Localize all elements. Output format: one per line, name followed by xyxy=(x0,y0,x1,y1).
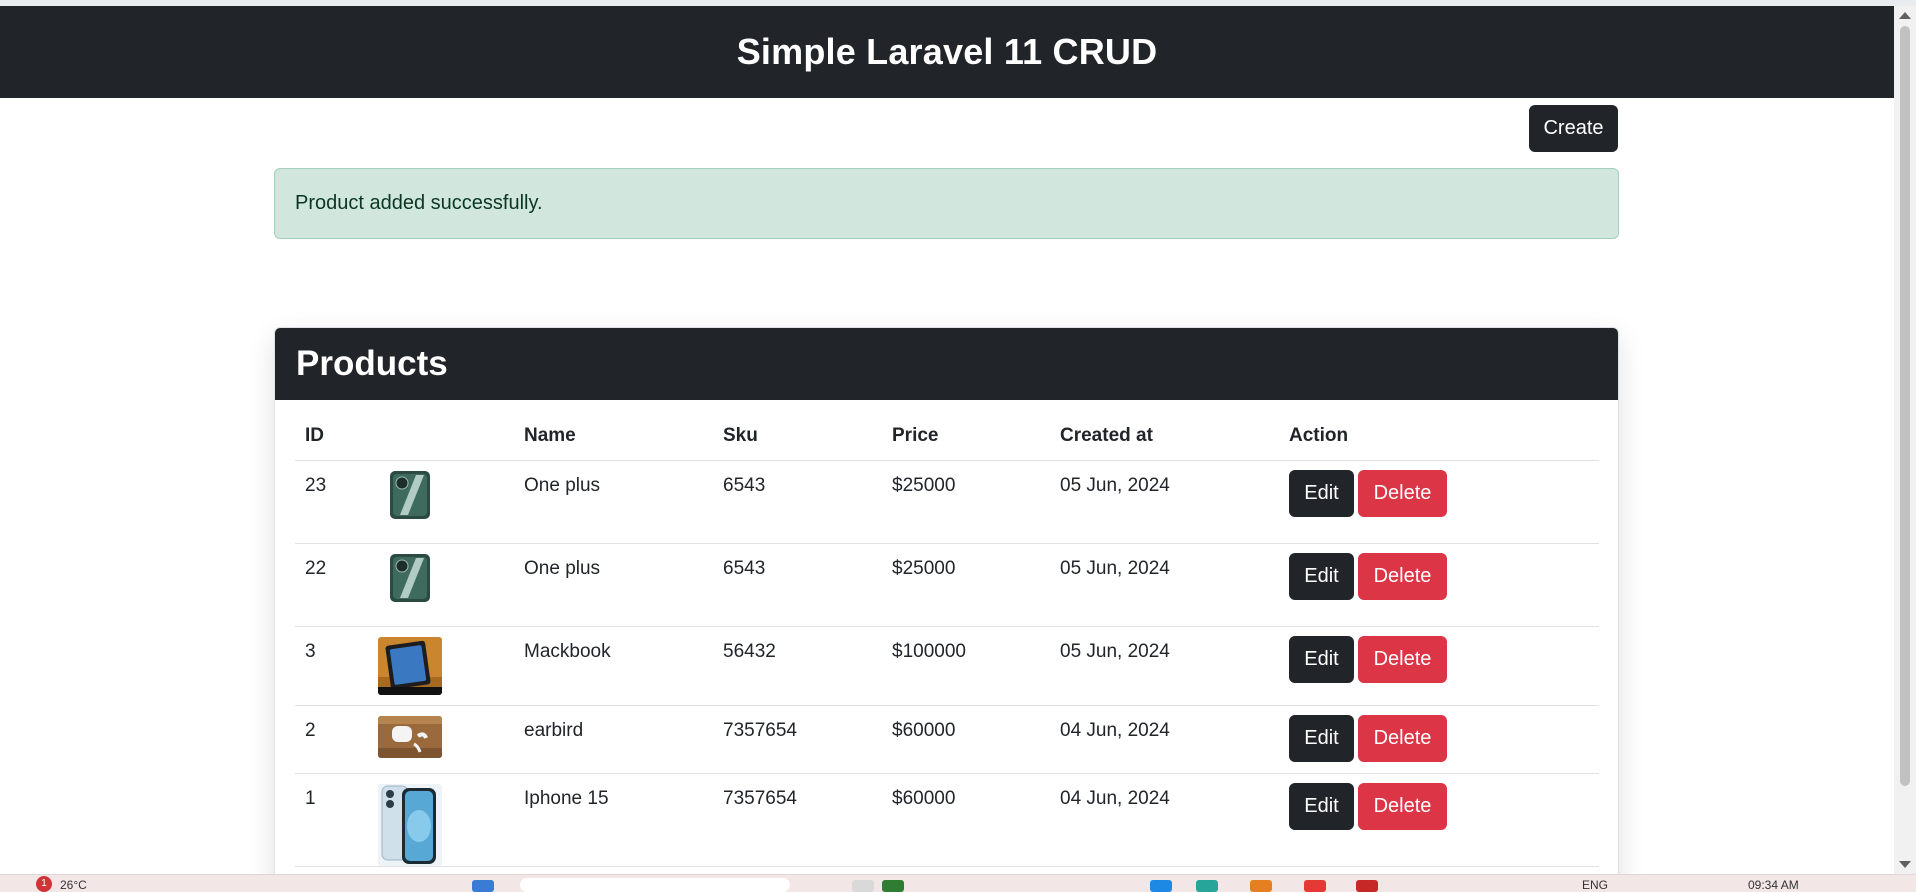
page-title: Simple Laravel 11 CRUD xyxy=(736,31,1158,72)
app-icon-6[interactable] xyxy=(1304,880,1326,892)
col-header-price: Price xyxy=(882,412,1050,461)
delete-button[interactable]: Delete xyxy=(1358,552,1447,600)
cell-actions: Edit Delete xyxy=(1279,626,1599,706)
page-viewport: Simple Laravel 11 CRUD Create Product ad… xyxy=(0,6,1894,874)
table-row: 3 Mackbook 56432 $100000 05 Jun, 2024 Ed… xyxy=(295,626,1599,706)
edit-button[interactable]: Edit xyxy=(1289,552,1354,600)
windows-start-icon[interactable] xyxy=(472,880,494,892)
app-icon-5[interactable] xyxy=(1250,880,1272,892)
edit-button[interactable]: Edit xyxy=(1289,782,1354,830)
delete-button[interactable]: Delete xyxy=(1358,714,1447,762)
products-card: Products ID Name Sku Price Created at Ac… xyxy=(274,327,1619,874)
cell-created: 05 Jun, 2024 xyxy=(1050,543,1279,627)
cell-image xyxy=(368,543,514,627)
card-header: Products xyxy=(275,328,1618,400)
table-row: 2 earbird 7357654 $60000 04 Jun, 2024 Ed… xyxy=(295,705,1599,774)
col-header-created: Created at xyxy=(1050,412,1279,461)
table-row: 22 One plus 6543 $25000 05 Jun, 2024 Edi… xyxy=(295,543,1599,627)
app-icon-3[interactable] xyxy=(1150,880,1172,892)
delete-button[interactable]: Delete xyxy=(1358,782,1447,830)
oneplus-phone-image xyxy=(390,553,430,602)
oneplus-phone-image xyxy=(390,470,430,519)
cell-image xyxy=(368,626,514,706)
cell-id: 1 xyxy=(295,773,368,867)
earbuds-image xyxy=(378,715,442,758)
edit-button[interactable]: Edit xyxy=(1289,469,1354,517)
create-button[interactable]: Create xyxy=(1529,105,1618,152)
cell-sku: 6543 xyxy=(713,543,882,627)
vertical-scrollbar[interactable] xyxy=(1894,6,1916,874)
cell-created: 04 Jun, 2024 xyxy=(1050,773,1279,867)
cell-name: earbird xyxy=(514,705,713,774)
table-header-row: ID Name Sku Price Created at Action xyxy=(295,412,1599,461)
col-header-name: Name xyxy=(514,412,713,461)
delete-button[interactable]: Delete xyxy=(1358,469,1447,517)
cell-name: Mackbook xyxy=(514,626,713,706)
top-navbar: Simple Laravel 11 CRUD xyxy=(0,6,1894,98)
scroll-up-arrow-icon[interactable] xyxy=(1899,12,1911,19)
edit-button[interactable]: Edit xyxy=(1289,635,1354,683)
cell-actions: Edit Delete xyxy=(1279,460,1599,544)
weather-temperature[interactable]: 26°C xyxy=(60,878,87,892)
cell-actions: Edit Delete xyxy=(1279,705,1599,774)
clock[interactable]: 09:34 AM xyxy=(1748,878,1799,892)
app-icon-1[interactable] xyxy=(852,880,874,892)
cell-actions: Edit Delete xyxy=(1279,543,1599,627)
cell-price: $25000 xyxy=(882,460,1050,544)
cell-name: One plus xyxy=(514,543,713,627)
edit-button[interactable]: Edit xyxy=(1289,714,1354,762)
scroll-down-arrow-icon[interactable] xyxy=(1899,861,1911,868)
taskbar-search-box[interactable] xyxy=(520,878,790,892)
cell-price: $100000 xyxy=(882,626,1050,706)
col-header-image xyxy=(368,412,514,461)
col-header-sku: Sku xyxy=(713,412,882,461)
cell-sku: 6543 xyxy=(713,460,882,544)
cell-image xyxy=(368,705,514,774)
cell-created: 04 Jun, 2024 xyxy=(1050,705,1279,774)
cell-id: 3 xyxy=(295,626,368,706)
success-alert: Product added successfully. xyxy=(274,168,1619,239)
language-indicator[interactable]: ENG xyxy=(1582,878,1608,892)
products-table: ID Name Sku Price Created at Action 23 O… xyxy=(295,412,1599,867)
col-header-action: Action xyxy=(1279,412,1599,461)
table-row: 23 One plus 6543 $25000 05 Jun, 2024 Edi… xyxy=(295,460,1599,544)
os-taskbar: 1 26°C ENG 09:34 AM xyxy=(0,874,1916,892)
cell-sku: 7357654 xyxy=(713,773,882,867)
cell-created: 05 Jun, 2024 xyxy=(1050,460,1279,544)
col-header-id: ID xyxy=(295,412,368,461)
cell-image xyxy=(368,460,514,544)
cell-id: 23 xyxy=(295,460,368,544)
delete-button[interactable]: Delete xyxy=(1358,635,1447,683)
app-icon-2[interactable] xyxy=(882,880,904,892)
cell-image xyxy=(368,773,514,867)
cell-name: Iphone 15 xyxy=(514,773,713,867)
alert-message: Product added successfully. xyxy=(295,192,543,214)
tablet-image xyxy=(378,636,442,695)
cell-actions: Edit Delete xyxy=(1279,773,1599,867)
cell-price: $60000 xyxy=(882,773,1050,867)
cell-id: 2 xyxy=(295,705,368,774)
scroll-thumb[interactable] xyxy=(1900,26,1910,786)
cell-price: $25000 xyxy=(882,543,1050,627)
cell-price: $60000 xyxy=(882,705,1050,774)
cell-sku: 56432 xyxy=(713,626,882,706)
cell-sku: 7357654 xyxy=(713,705,882,774)
iphone-image xyxy=(378,783,442,866)
table-row: 1 Iphone 15 7357654 $60000 04 Jun, 2024 … xyxy=(295,773,1599,867)
app-icon-4[interactable] xyxy=(1196,880,1218,892)
weather-alert-badge[interactable]: 1 xyxy=(36,876,52,892)
cell-name: One plus xyxy=(514,460,713,544)
cell-created: 05 Jun, 2024 xyxy=(1050,626,1279,706)
app-icon-7[interactable] xyxy=(1356,880,1378,892)
cell-id: 22 xyxy=(295,543,368,627)
card-title: Products xyxy=(296,344,448,383)
